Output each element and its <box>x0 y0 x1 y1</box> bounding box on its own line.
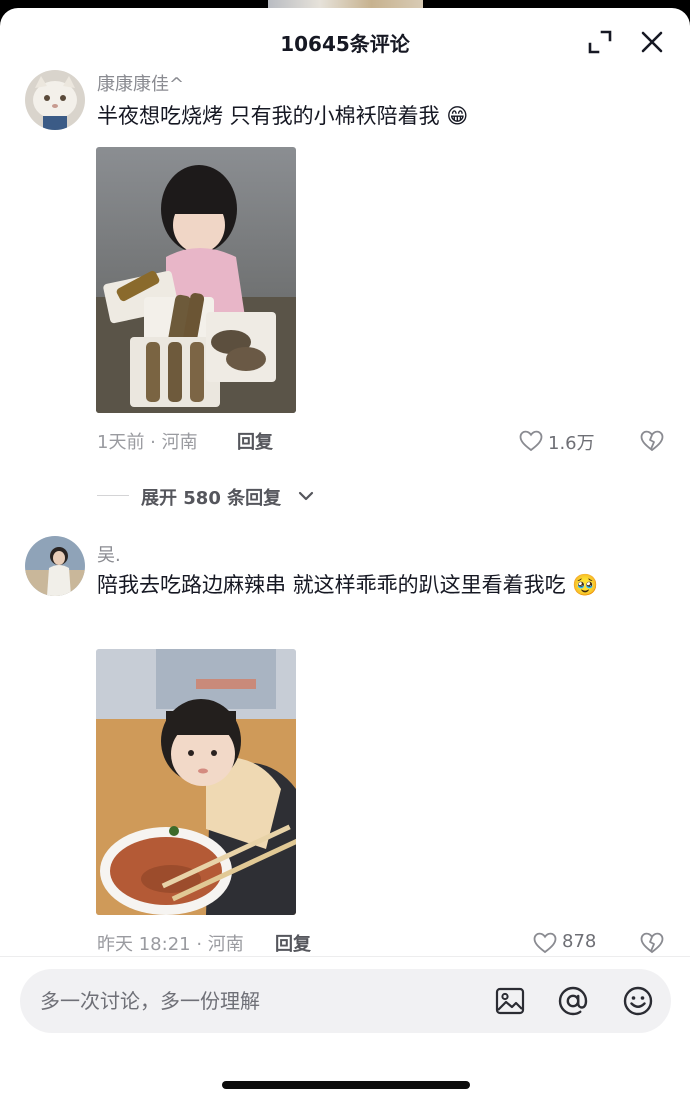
chevron-down-icon <box>298 491 314 501</box>
comment-composer <box>0 956 690 1100</box>
comment-text: 陪我去吃路边麻辣串 就这样乖乖的趴这里看着我吃 🥹 <box>97 573 599 597</box>
image-icon[interactable] <box>494 985 526 1017</box>
heart-icon[interactable] <box>533 932 557 954</box>
expand-replies-label[interactable]: 展开 580 条回复 <box>141 484 281 510</box>
at-icon[interactable] <box>557 985 589 1017</box>
comments-header: 10645条评论 <box>0 8 690 70</box>
emoji-icon[interactable] <box>622 985 654 1017</box>
comment-username[interactable]: 康康康佳^ <box>97 70 184 96</box>
comments-sheet: 10645条评论 康康康佳^ 半夜想吃烧烤 只有我的小棉袄陪着我 😁 1天前 ·… <box>0 8 690 1100</box>
heart-icon[interactable] <box>519 430 543 452</box>
reply-button[interactable]: 回复 <box>275 930 311 956</box>
home-indicator <box>222 1081 470 1089</box>
comment-username[interactable]: 吴. <box>97 541 121 567</box>
reply-button[interactable]: 回复 <box>237 428 273 454</box>
comment-time-location: 昨天 18:21 · 河南 <box>97 934 244 955</box>
comment-photo[interactable] <box>96 649 296 915</box>
expand-divider <box>97 495 129 496</box>
avatar[interactable] <box>25 536 85 596</box>
comment-input[interactable] <box>40 969 480 1033</box>
broken-heart-icon[interactable] <box>640 932 664 954</box>
broken-heart-icon[interactable] <box>640 430 664 452</box>
avatar[interactable] <box>25 70 85 130</box>
comment-text: 半夜想吃烧烤 只有我的小棉袄陪着我 😁 <box>97 104 469 128</box>
comment-photo[interactable] <box>96 147 296 413</box>
comment-input-box[interactable] <box>20 969 671 1033</box>
expand-icon[interactable] <box>586 28 614 56</box>
like-count: 1.6万 <box>548 433 595 454</box>
close-icon[interactable] <box>638 28 666 56</box>
like-count: 878 <box>562 931 597 952</box>
comment-time-location: 1天前 · 河南 <box>97 432 198 453</box>
